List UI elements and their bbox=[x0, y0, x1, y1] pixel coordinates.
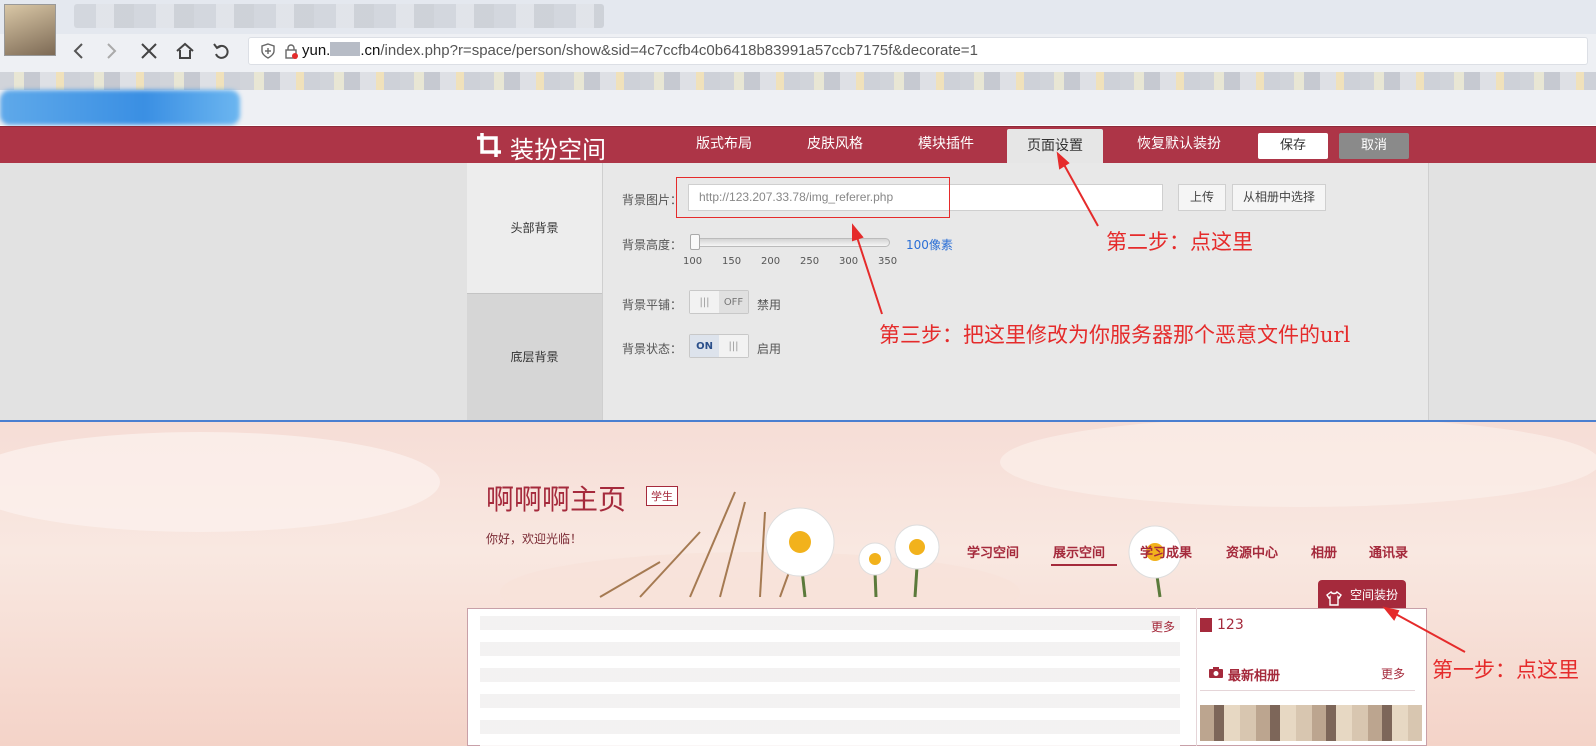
annotation-step3: 第三步：把这里修改为你服务器那个恶意文件的url bbox=[879, 323, 1351, 347]
annotation-step2: 第二步：点这里 bbox=[1106, 230, 1253, 254]
annotation-step1: 第一步：点这里 bbox=[1432, 658, 1579, 682]
annotation-arrows bbox=[852, 151, 1466, 653]
